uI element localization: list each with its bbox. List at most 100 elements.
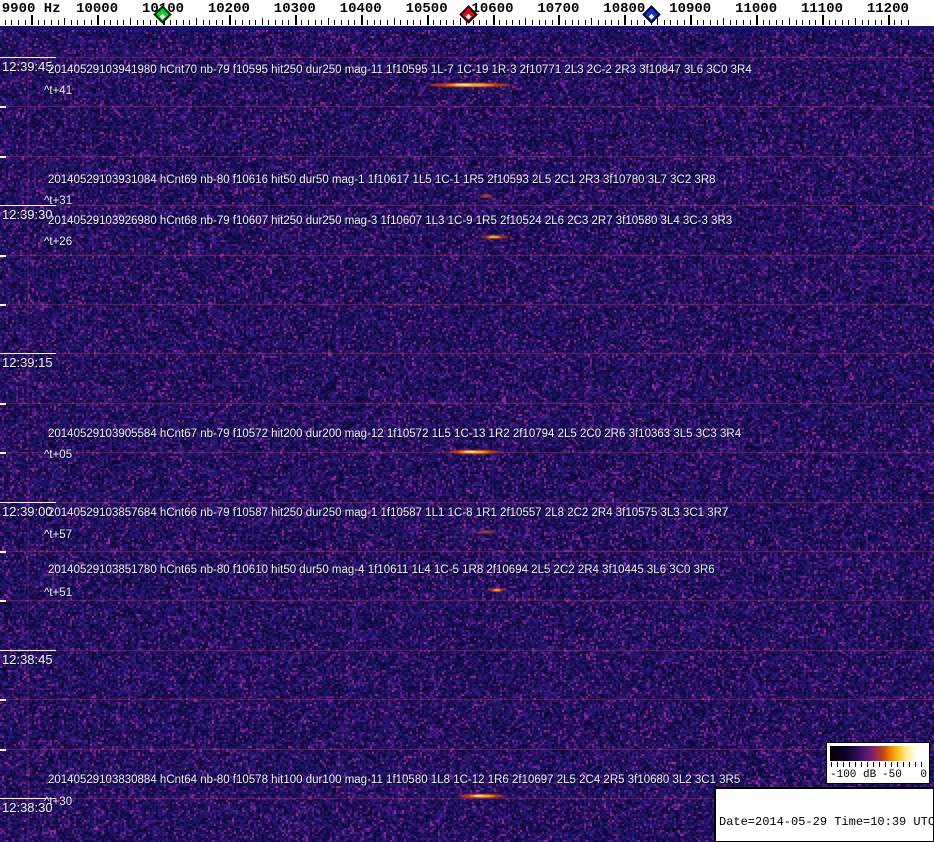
freq-tick bbox=[446, 20, 447, 25]
time-label: 12:39:45 bbox=[2, 59, 53, 74]
freq-tick bbox=[407, 20, 408, 25]
station-info-box: Date=2014-05-29 Time=10:39 UTC Freq=143 … bbox=[714, 787, 934, 842]
db-tick bbox=[909, 762, 910, 767]
time-tick-5s bbox=[0, 255, 6, 257]
freq-tick bbox=[255, 20, 256, 25]
freq-tick bbox=[578, 20, 579, 25]
marker-center-dot bbox=[649, 14, 655, 20]
freq-tick bbox=[532, 20, 533, 25]
freq-tick bbox=[189, 20, 190, 25]
freq-tick bbox=[894, 20, 895, 25]
db-max-label: 0 bbox=[920, 769, 927, 781]
detection-log-line: 20140529103941980 hCnt70 nb-79 f10595 hi… bbox=[48, 64, 752, 76]
freq-tick bbox=[710, 20, 711, 25]
detection-log-line: 20140529103926980 hCnt68 nb-79 f10607 hi… bbox=[48, 215, 732, 227]
time-tick-5s bbox=[0, 304, 6, 306]
freq-tick bbox=[51, 20, 52, 25]
db-gradient-bar bbox=[830, 746, 926, 761]
freq-tick bbox=[268, 20, 269, 25]
freq-label: 10200 bbox=[208, 1, 250, 17]
freq-tick bbox=[58, 20, 59, 25]
freq-tick bbox=[301, 20, 302, 25]
freq-tick bbox=[525, 18, 526, 25]
freq-tick bbox=[717, 20, 718, 25]
freq-tick bbox=[123, 20, 124, 25]
freq-tick bbox=[776, 20, 777, 25]
freq-tick bbox=[440, 20, 441, 25]
freq-label: 10500 bbox=[406, 1, 448, 17]
detection-log-line: 20140529103905584 hCnt67 nb-79 f10572 hi… bbox=[48, 428, 741, 440]
freq-tick bbox=[506, 20, 507, 25]
freq-tick bbox=[539, 20, 540, 25]
time-tick-5s bbox=[0, 551, 6, 553]
freq-tick bbox=[130, 18, 131, 25]
db-tick bbox=[855, 762, 856, 767]
freq-tick bbox=[25, 20, 26, 25]
freq-tick bbox=[684, 20, 685, 25]
detection-time-offset: ^t+41 bbox=[44, 85, 72, 97]
freq-tick bbox=[901, 20, 902, 25]
ruler-bottom-band bbox=[0, 26, 934, 30]
marker-center-dot bbox=[160, 14, 166, 20]
freq-tick bbox=[763, 20, 764, 25]
freq-tick bbox=[367, 20, 368, 25]
freq-tick bbox=[71, 20, 72, 25]
freq-tick bbox=[618, 20, 619, 25]
freq-tick bbox=[216, 20, 217, 25]
freq-tick bbox=[315, 20, 316, 25]
info-date-time: Date=2014-05-29 Time=10:39 UTC bbox=[719, 816, 933, 829]
db-tick bbox=[903, 762, 904, 767]
time-label: 12:39:00 bbox=[2, 504, 53, 519]
freq-tick bbox=[703, 20, 704, 25]
freq-tick bbox=[545, 20, 546, 25]
detection-log-line: 20140529103830884 hCnt64 nb-80 f10578 hi… bbox=[48, 774, 740, 786]
freq-label: 10800 bbox=[603, 1, 645, 17]
freq-tick bbox=[156, 20, 157, 25]
db-tick bbox=[897, 762, 898, 767]
freq-tick bbox=[117, 20, 118, 25]
time-label: 12:38:45 bbox=[2, 652, 53, 667]
freq-tick bbox=[519, 20, 520, 25]
db-color-legend: -100 dB -50 0 bbox=[826, 742, 930, 784]
freq-tick bbox=[473, 20, 474, 25]
db-tick bbox=[885, 762, 886, 767]
spectrogram-window: 9900 Hz100001010010200103001040010500106… bbox=[0, 0, 934, 842]
freq-tick bbox=[585, 20, 586, 25]
db-tick bbox=[873, 762, 874, 767]
freq-tick bbox=[842, 20, 843, 25]
db-tick bbox=[831, 762, 832, 767]
time-tick-15s bbox=[0, 57, 56, 58]
freq-tick bbox=[644, 20, 645, 25]
freq-tick bbox=[110, 20, 111, 25]
freq-tick bbox=[5, 20, 6, 25]
freq-tick bbox=[328, 18, 329, 25]
freq-tick bbox=[591, 18, 592, 25]
freq-tick bbox=[77, 20, 78, 25]
freq-tick bbox=[433, 20, 434, 25]
db-tick bbox=[849, 762, 850, 767]
db-tick bbox=[861, 762, 862, 767]
db-min-label: -100 dB bbox=[830, 769, 876, 781]
db-legend-labels: -100 dB -50 0 bbox=[827, 768, 931, 783]
freq-tick bbox=[657, 18, 658, 25]
freq-label: 11100 bbox=[801, 1, 843, 17]
freq-tick bbox=[855, 18, 856, 25]
freq-tick bbox=[249, 20, 250, 25]
time-label: 12:39:15 bbox=[2, 355, 53, 370]
freq-tick bbox=[809, 20, 810, 25]
freq-label: 10700 bbox=[537, 1, 579, 17]
time-tick-5s bbox=[0, 403, 6, 405]
freq-tick bbox=[242, 20, 243, 25]
freq-tick bbox=[334, 20, 335, 25]
db-tick bbox=[915, 762, 916, 767]
freq-tick bbox=[723, 18, 724, 25]
freq-tick bbox=[282, 20, 283, 25]
freq-tick bbox=[512, 20, 513, 25]
freq-tick bbox=[631, 20, 632, 25]
freq-label: 11200 bbox=[867, 1, 909, 17]
freq-tick bbox=[862, 20, 863, 25]
freq-tick bbox=[341, 20, 342, 25]
freq-tick bbox=[802, 20, 803, 25]
freq-tick bbox=[565, 20, 566, 25]
freq-tick bbox=[11, 20, 12, 25]
